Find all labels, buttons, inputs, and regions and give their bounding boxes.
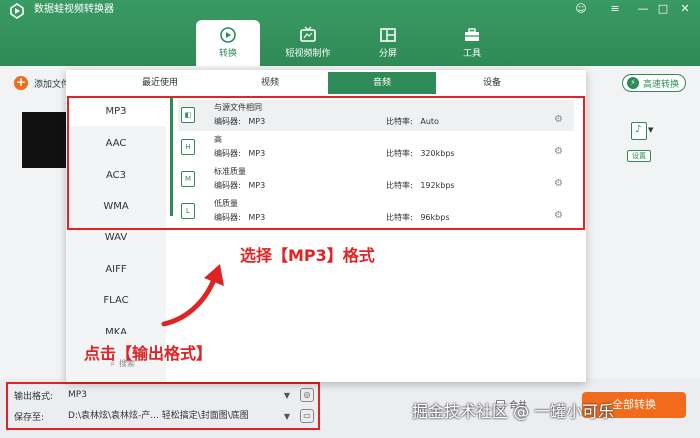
tv-icon — [300, 26, 316, 42]
tab-short-video[interactable]: 短视频制作 — [276, 20, 340, 66]
plus-icon: + — [14, 75, 28, 90]
app-header: 数据蛙视频转换器 ☺ ≡ — □ ✕ 转换 短视频制作 分屏 工具 — [0, 0, 700, 66]
tab-label: 工具 — [462, 49, 481, 59]
annotation-arrow-icon — [161, 264, 224, 327]
convert-icon — [220, 27, 236, 43]
format-item-flac[interactable]: FLAC — [66, 287, 166, 315]
annotation-box-output — [6, 382, 320, 430]
add-file-button[interactable]: + 添加文件 — [14, 75, 70, 91]
tab-label: 转换 — [218, 49, 237, 59]
close-button[interactable]: ✕ — [678, 2, 692, 16]
tab-label: 短视频制作 — [285, 49, 331, 59]
toolbox-icon — [465, 28, 479, 41]
tab-convert[interactable]: 转换 — [196, 20, 260, 66]
add-file-label: 添加文件 — [34, 79, 71, 90]
popup-tab-device[interactable]: 设备 — [438, 72, 546, 94]
fast-convert-toggle[interactable]: ⚡ 高速转换 — [621, 74, 686, 92]
app-logo-icon — [10, 3, 24, 19]
lightning-icon: ⚡ — [626, 77, 639, 89]
format-item-aiff[interactable]: AIFF — [66, 256, 166, 284]
popup-tab-audio[interactable]: 音频 — [328, 72, 436, 94]
annotation-box-mp3 — [67, 96, 585, 230]
popup-tab-video[interactable]: 视频 — [216, 72, 324, 94]
annotation-select-mp3: 选择【MP3】格式 — [240, 246, 375, 265]
maximize-button[interactable]: □ — [656, 2, 670, 16]
tab-split-screen[interactable]: 分屏 — [356, 20, 420, 66]
watermark: 掘金技术社区 @ 一罐小可乐 — [412, 402, 615, 421]
fast-convert-label: 高速转换 — [642, 79, 679, 90]
minimize-button[interactable]: — — [636, 2, 650, 16]
output-format-picker[interactable]: ▼ 设置 — [624, 122, 654, 162]
menu-icon[interactable]: ≡ — [608, 2, 622, 16]
format-item-mka[interactable]: MKA — [66, 318, 166, 334]
video-thumbnail[interactable] — [22, 112, 66, 168]
tab-tools[interactable]: 工具 — [440, 20, 504, 66]
feedback-icon[interactable]: ☺ — [574, 2, 588, 16]
tab-label: 分屏 — [378, 49, 397, 59]
mp3-file-icon — [631, 122, 647, 140]
dropdown-caret-icon[interactable]: ▼ — [648, 126, 653, 134]
popup-tab-recent[interactable]: 最近使用 — [106, 72, 214, 94]
app-title: 数据蛙视频转换器 — [34, 4, 114, 15]
settings-button[interactable]: 设置 — [627, 150, 651, 162]
split-screen-icon — [380, 28, 396, 42]
annotation-click-output: 点击【输出格式】 — [84, 344, 213, 363]
